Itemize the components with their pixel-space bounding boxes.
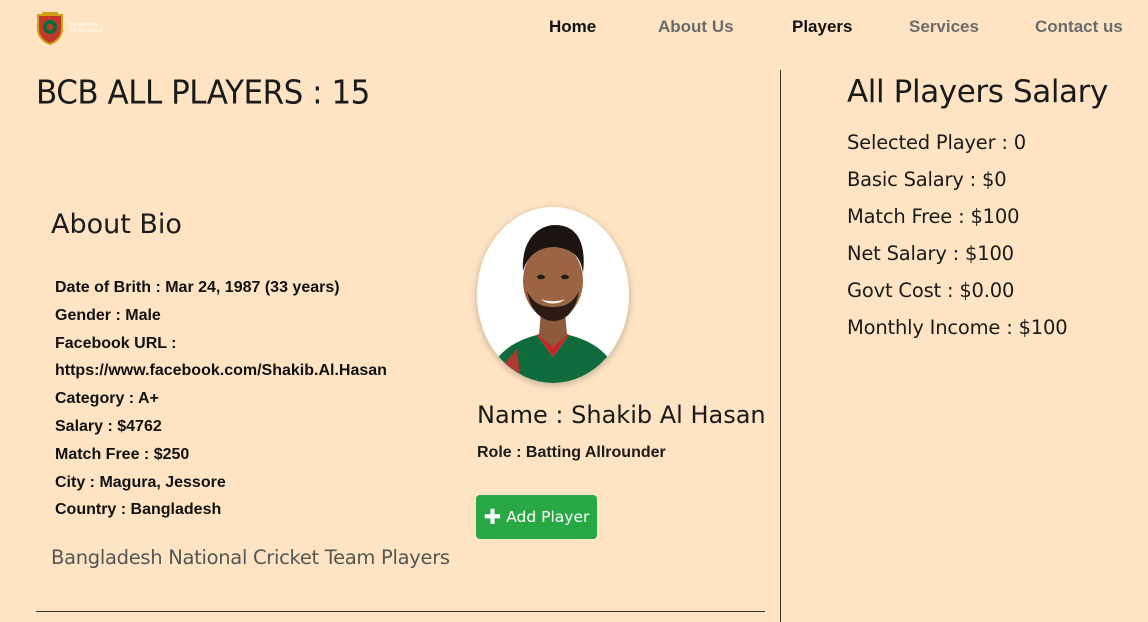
nav-contact-us[interactable]: Contact us — [1035, 17, 1123, 37]
salary-match-fee: Match Free : $100 — [847, 205, 1020, 228]
logo-text-line: Cricket Board — [69, 28, 102, 34]
salary-govt-cost: Govt Cost : $0.00 — [847, 279, 1015, 302]
bio-facebook-url[interactable]: https://www.facebook.com/Shakib.Al.Hasan — [55, 357, 387, 385]
salary-net: Net Salary : $100 — [847, 242, 1014, 265]
nav-home[interactable]: Home — [549, 17, 596, 37]
vertical-divider — [780, 70, 781, 622]
about-bio-heading: About Bio — [51, 209, 182, 240]
salary-title: All Players Salary — [847, 74, 1108, 110]
bio-date-of-birth: Date of Brith : Mar 24, 1987 (33 years) — [55, 279, 340, 296]
bcb-logo[interactable]: Bangladesh Cricket Board — [34, 10, 110, 46]
salary-monthly-income: Monthly Income : $100 — [847, 316, 1068, 339]
salary-basic: Basic Salary : $0 — [847, 168, 1007, 191]
bcb-crest-icon — [37, 12, 63, 45]
salary-selected-player: Selected Player : 0 — [847, 131, 1026, 154]
player-name: Name : Shakib Al Hasan — [477, 401, 766, 429]
bio-category: Category : A+ — [55, 390, 159, 408]
bio-city: City : Magura, Jessore — [55, 473, 226, 491]
player-avatar — [477, 207, 629, 383]
nav-players[interactable]: Players — [792, 17, 853, 37]
bio-gender: Gender : Male — [55, 306, 161, 324]
add-player-label: Add Player — [506, 508, 590, 526]
add-player-button[interactable]: ✚ Add Player — [476, 495, 597, 539]
bio-list: Date of Brith : Mar 24, 1987 (33 years) … — [55, 274, 387, 524]
bio-facebook-label: Facebook URL : — [55, 334, 177, 352]
bio-salary: Salary : $4762 — [55, 417, 162, 435]
player-role: Role : Batting Allrounder — [477, 444, 666, 461]
team-caption: Bangladesh National Cricket Team Players — [51, 546, 450, 569]
salary-list: Selected Player : 0 Basic Salary : $0 Ma… — [847, 124, 1068, 346]
nav-services[interactable]: Services — [909, 17, 979, 37]
plus-icon: ✚ — [483, 504, 502, 529]
horizontal-divider — [36, 611, 765, 612]
nav-about-us[interactable]: About Us — [658, 17, 734, 37]
bio-country: Country : Bangladesh — [55, 501, 222, 519]
page-title: BCB ALL PLAYERS : 15 — [36, 74, 370, 113]
bio-match-fee: Match Free : $250 — [55, 445, 190, 463]
